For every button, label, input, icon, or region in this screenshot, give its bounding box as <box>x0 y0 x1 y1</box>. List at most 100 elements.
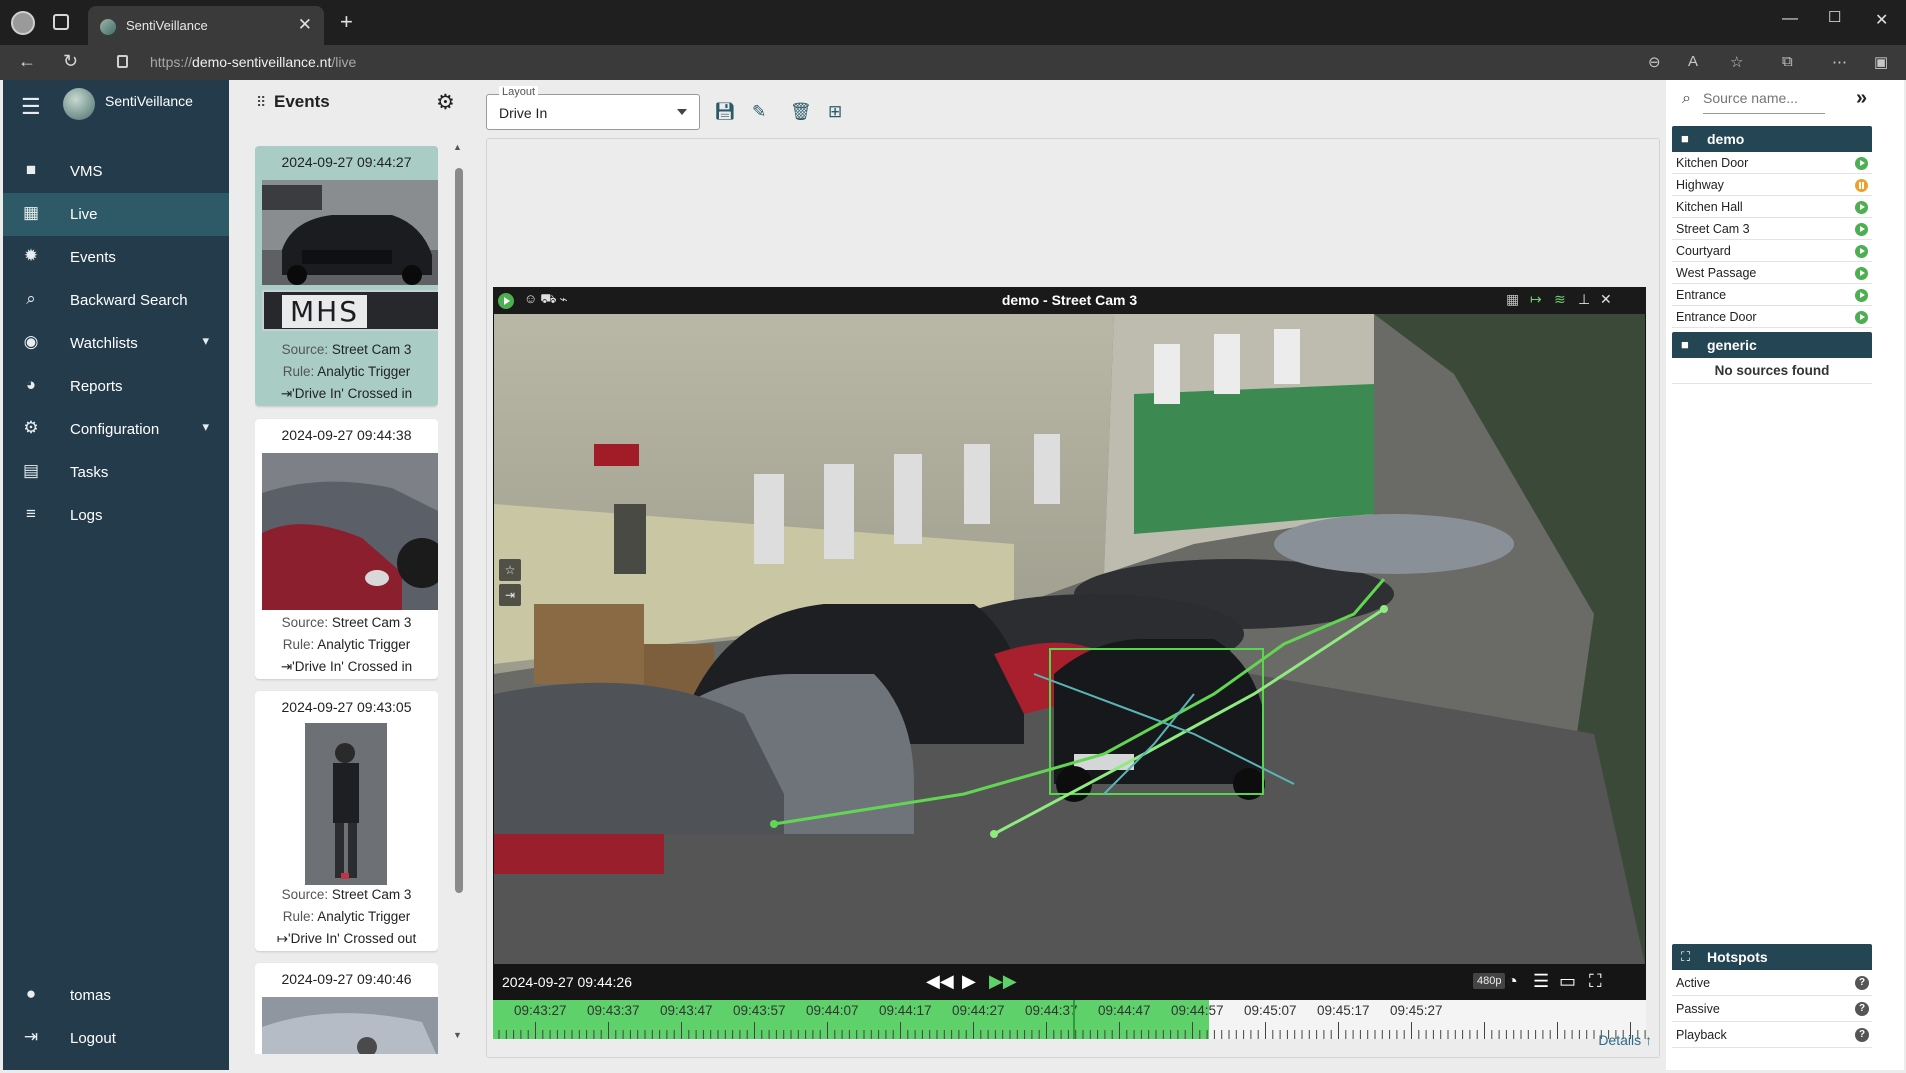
hotspot-item-passive[interactable]: Passive? <box>1672 996 1872 1022</box>
fullscreen-icon[interactable]: ⛶ <box>1589 971 1602 992</box>
play-status-icon[interactable] <box>1855 311 1868 324</box>
collapse-panel-icon[interactable]: » <box>1856 87 1867 110</box>
search-underline <box>1703 113 1825 114</box>
hotspots-header[interactable]: ⛶ Hotspots <box>1672 944 1872 970</box>
trajectory-icon[interactable]: ≋ <box>1554 291 1566 308</box>
details-toggle[interactable]: Details ↑ <box>1598 1032 1652 1048</box>
close-window-icon[interactable]: ✕ <box>1875 10 1888 30</box>
grid-icon[interactable]: ▦ <box>1506 291 1519 308</box>
event-card[interactable]: 2024-09-27 09:43:05 Source: Street Cam 3… <box>255 691 438 951</box>
sidebar-item-backward-search[interactable]: ⌕ Backward Search <box>3 279 229 322</box>
new-tab-icon[interactable]: + <box>340 9 353 35</box>
event-card[interactable]: 2024-09-27 09:44:27 MHS Source: Street C… <box>255 146 438 406</box>
star-icon[interactable]: ☆ <box>499 559 521 581</box>
help-icon[interactable]: ? <box>1855 976 1869 990</box>
save-layout-icon[interactable]: 💾︎ <box>714 102 736 122</box>
source-item[interactable]: West Passage <box>1672 262 1872 284</box>
zoom-icon[interactable]: ⊖ <box>1648 53 1661 71</box>
tab-actions-icon[interactable] <box>53 14 69 30</box>
play-status-icon[interactable] <box>1855 245 1868 258</box>
url-field[interactable]: https://demo-sentiveillance.nt/live <box>150 54 356 70</box>
close-icon[interactable]: ✕ <box>1600 291 1612 308</box>
pause-status-icon[interactable] <box>1855 179 1868 192</box>
camera-tile[interactable]: ☺⛟⌁ demo - Street Cam 3 ▦ ↦ ≋ ⊥ ✕ ☆ ⇥ 20… <box>493 287 1646 1039</box>
close-tab-icon[interactable]: ✕ <box>298 15 312 35</box>
source-search-input[interactable] <box>1703 90 1813 106</box>
help-icon[interactable]: ? <box>1855 1028 1869 1042</box>
event-time: 2024-09-27 09:40:46 <box>281 971 412 987</box>
sidebar-item-events[interactable]: ✹ Events <box>3 236 229 279</box>
profile-avatar[interactable] <box>11 11 35 35</box>
maximize-icon[interactable]: ☐ <box>1828 8 1841 26</box>
extensions-icon[interactable]: ⧉ <box>1782 53 1793 70</box>
source-item[interactable]: Street Cam 3 <box>1672 218 1872 240</box>
drag-handle-icon[interactable]: ⠿ <box>256 94 266 111</box>
source-item[interactable]: Courtyard <box>1672 240 1872 262</box>
play-status-icon[interactable] <box>1855 289 1868 302</box>
screen-icon[interactable]: ▭ <box>1559 971 1576 992</box>
timeline[interactable]: 09:43:27 09:43:37 09:43:47 09:43:57 09:44:07… <box>493 1000 1646 1039</box>
delete-trash-icon[interactable]: 🗑︎ <box>790 102 812 122</box>
plate-crop: MHS <box>262 290 438 331</box>
minimize-icon[interactable]: — <box>1782 10 1798 28</box>
source-item[interactable]: Kitchen Hall <box>1672 196 1872 218</box>
add-layout-icon[interactable]: ⊞ <box>828 102 842 122</box>
help-icon[interactable]: ? <box>1855 1002 1869 1016</box>
hotspot-name: Passive <box>1676 1002 1720 1016</box>
pin-icon[interactable]: ⊥ <box>1578 291 1590 308</box>
source-item[interactable]: Entrance <box>1672 284 1872 306</box>
sidebar-item-watchlists[interactable]: ◉ Watchlists ▾ <box>3 322 229 365</box>
sidebar-item-logout[interactable]: ⇥ Logout <box>3 1017 229 1060</box>
scroll-down-icon[interactable]: ▼ <box>453 1030 462 1040</box>
play-status-icon[interactable] <box>1855 201 1868 214</box>
sidebar-item-live[interactable]: ▦ Live <box>3 193 229 236</box>
play-status-icon[interactable] <box>1855 267 1868 280</box>
source-item[interactable]: Highway <box>1672 174 1872 196</box>
edit-pencil-icon[interactable]: ✎ <box>752 102 766 122</box>
crossing-icon[interactable]: ⇥ <box>499 584 521 606</box>
camera-video[interactable]: ☆ ⇥ <box>494 314 1645 964</box>
sidebar-item-user[interactable]: ● tomas <box>3 974 229 1017</box>
play-status-icon[interactable] <box>1855 223 1868 236</box>
timeline-cursor[interactable] <box>1073 1000 1075 1039</box>
event-card[interactable]: 2024-09-27 09:40:46 <box>255 963 438 1054</box>
line-crossing-icon[interactable]: ↦ <box>1530 291 1542 308</box>
logo <box>63 88 95 120</box>
source-group-generic[interactable]: ■ generic <box>1672 332 1872 358</box>
play-icon[interactable]: ▶ <box>962 971 976 992</box>
fast-forward-icon[interactable]: ▶▶ <box>989 971 1017 992</box>
hotspot-item-playback[interactable]: Playback? <box>1672 1022 1872 1048</box>
gear-icon[interactable]: ⚙ <box>436 90 455 115</box>
event-source: Source: Street Cam 3 <box>281 342 412 357</box>
lock-icon[interactable] <box>117 55 128 68</box>
scroll-up-icon[interactable]: ▲ <box>453 142 462 152</box>
sidebar-item-configuration[interactable]: ⚙ Configuration ▾ <box>3 408 229 451</box>
layout-select[interactable]: Layout Drive In <box>486 86 700 130</box>
resolution-badge[interactable]: 480p <box>1473 973 1506 989</box>
event-card[interactable]: 2024-09-27 09:44:38 Source: Street Cam 3… <box>255 419 438 679</box>
source-item[interactable]: Kitchen Door <box>1672 152 1872 174</box>
gear-icon: ⚙ <box>23 418 39 437</box>
play-status-icon[interactable] <box>1855 157 1868 170</box>
reload-icon[interactable]: ↻ <box>63 51 78 72</box>
events-scroll-thumb[interactable] <box>455 168 463 893</box>
back-icon[interactable]: ← <box>18 51 36 72</box>
favorite-star-icon[interactable]: ☆ <box>1730 53 1743 71</box>
event-thumbnail <box>262 453 438 610</box>
sidebar-item-vms[interactable]: ■ VMS <box>3 150 229 193</box>
more-menu-icon[interactable]: ⋯ <box>1832 53 1847 71</box>
source-item[interactable]: Entrance Door <box>1672 306 1872 328</box>
sidebar-toggle-icon[interactable]: ▣ <box>1874 53 1888 71</box>
read-aloud-icon[interactable]: A <box>1688 53 1698 70</box>
speed-gauge-icon[interactable]: ◔ <box>1507 971 1518 992</box>
hamburger-menu-icon[interactable]: ☰ <box>21 94 41 120</box>
event-source: Source: Street Cam 3 <box>281 615 412 630</box>
sidebar-item-reports[interactable]: ◕ Reports <box>3 365 229 408</box>
playlist-icon[interactable]: ☰ <box>1533 971 1549 992</box>
browser-tab[interactable]: SentiVeillance ✕ <box>88 6 324 45</box>
rewind-icon[interactable]: ◀◀ <box>926 971 954 992</box>
hotspot-item-active[interactable]: Active? <box>1672 970 1872 996</box>
sidebar-item-tasks[interactable]: ▤ Tasks <box>3 451 229 494</box>
sidebar-item-logs[interactable]: ≡ Logs <box>3 494 229 537</box>
source-group-demo[interactable]: ■ demo <box>1672 126 1872 152</box>
